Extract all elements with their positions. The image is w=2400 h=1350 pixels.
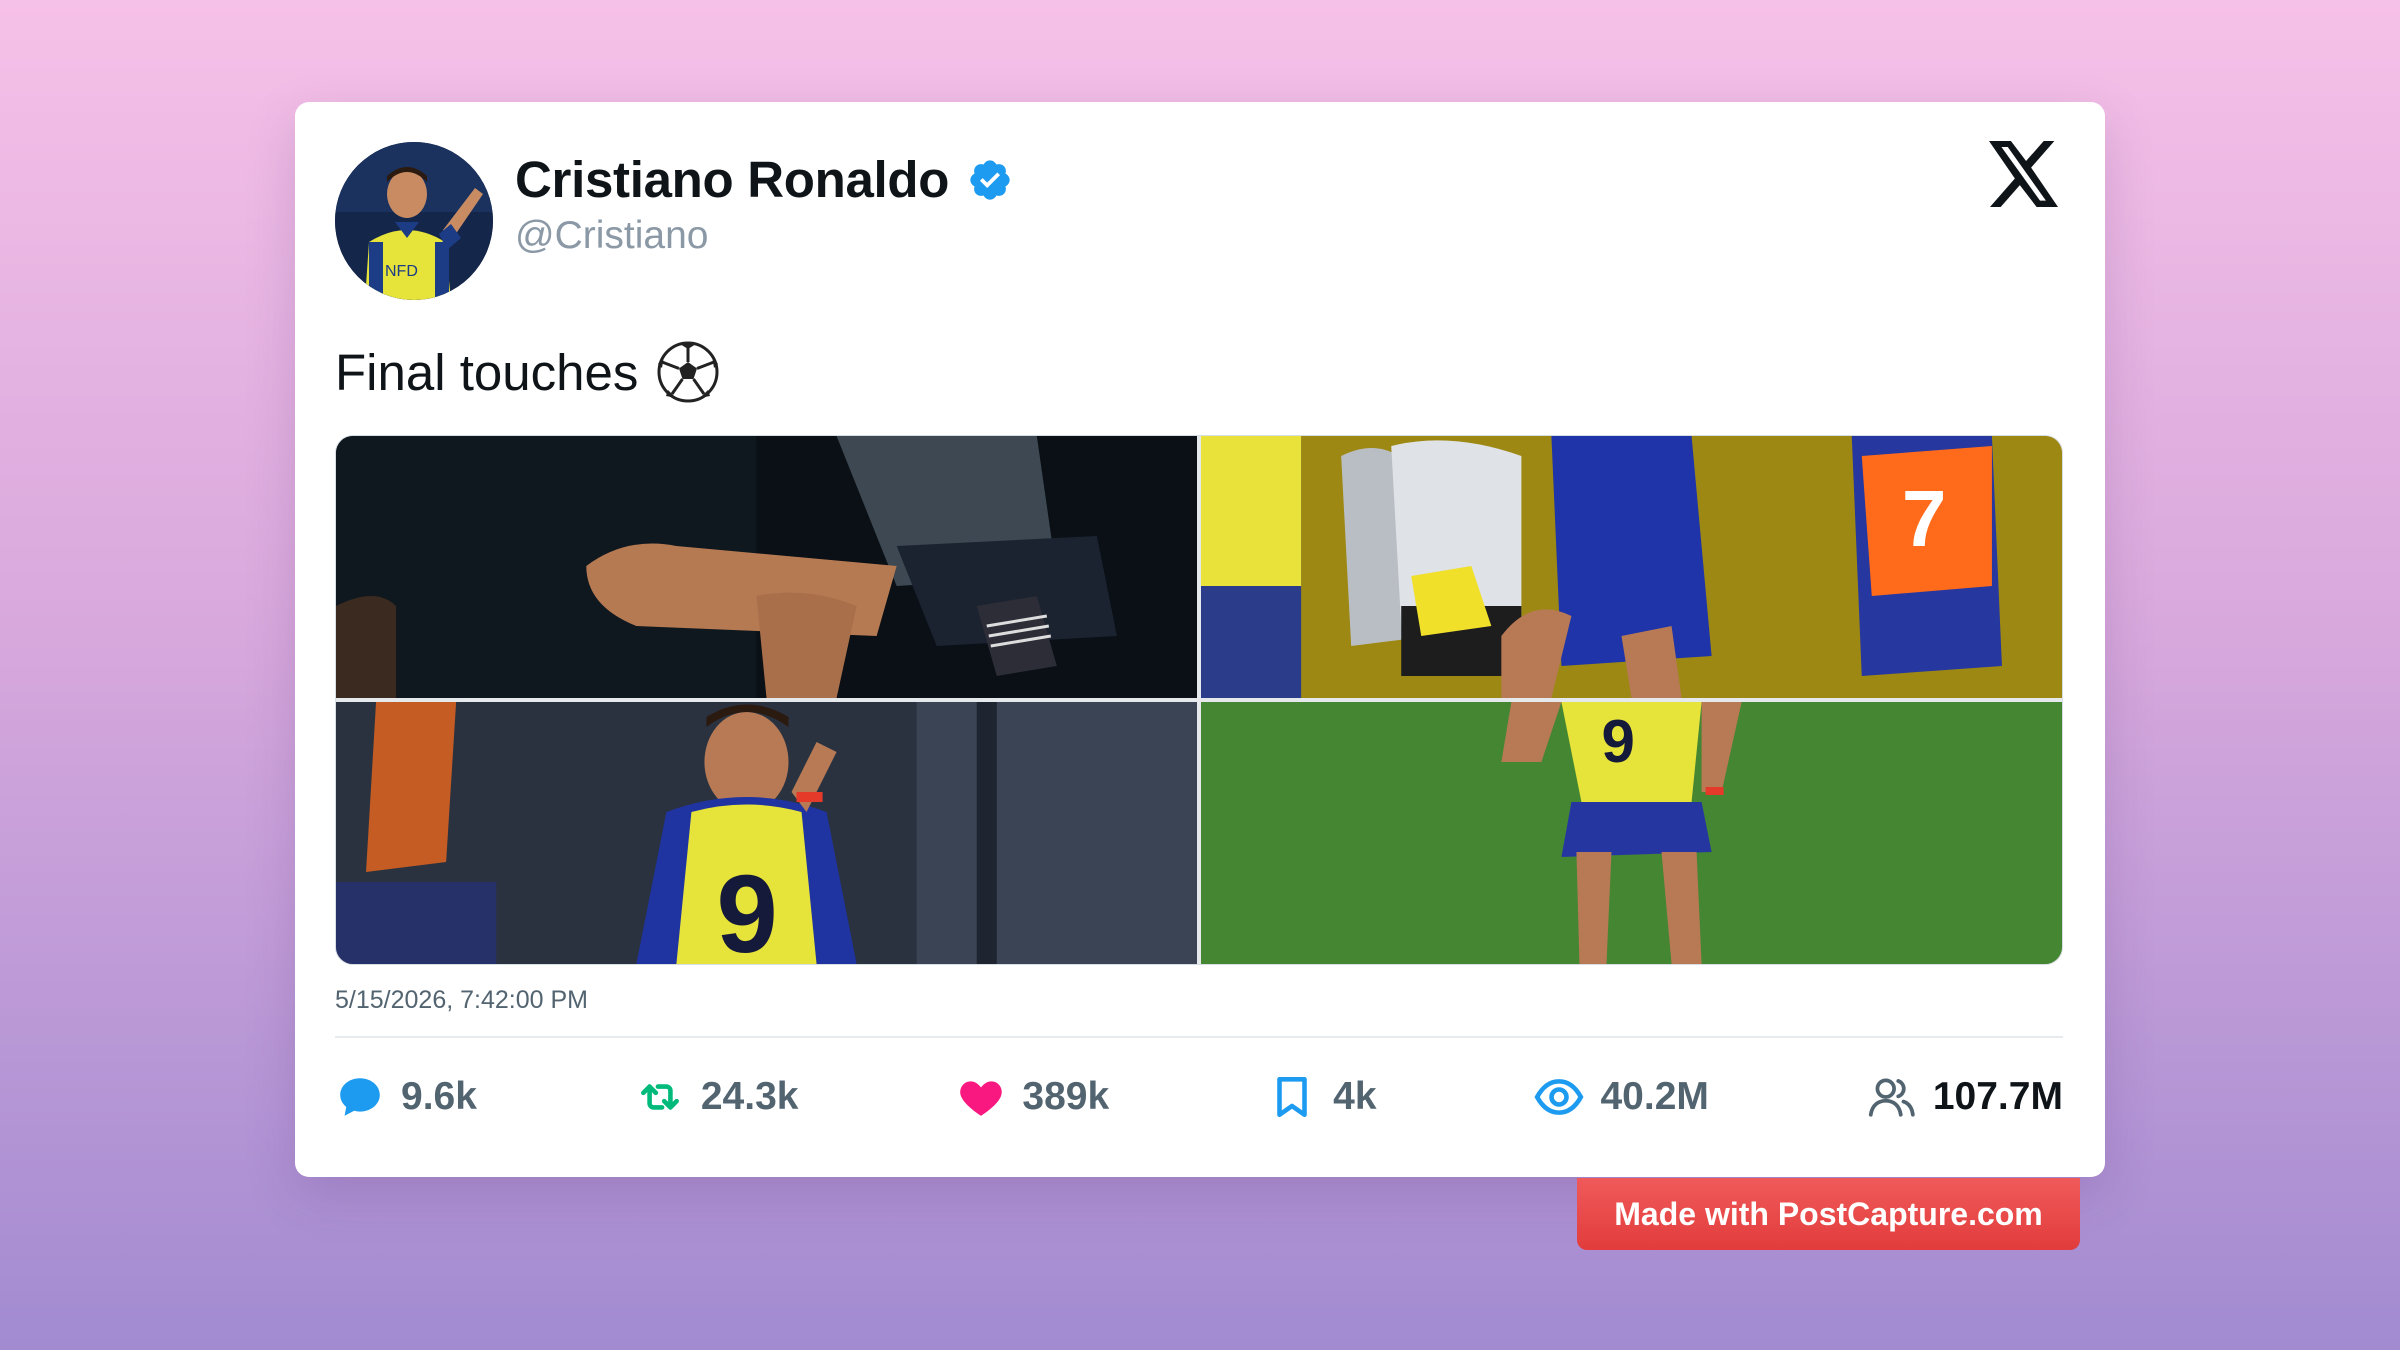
photo-number-nine-bib[interactable]: 9 — [336, 702, 1197, 964]
soccer-ball-icon — [656, 340, 720, 404]
svg-text:9: 9 — [1601, 708, 1634, 775]
reply-stat[interactable]: 9.6k — [335, 1072, 477, 1122]
like-stat[interactable]: 389k — [956, 1072, 1109, 1122]
tweet-text: Final touches — [335, 343, 639, 401]
retweet-icon — [635, 1072, 685, 1122]
display-name[interactable]: Cristiano Ronaldo — [515, 150, 949, 209]
profile-photo: NFD — [335, 142, 493, 300]
users-icon — [1867, 1072, 1917, 1122]
followers-count: 107.7M — [1932, 1075, 2063, 1118]
bookmark-count: 4k — [1333, 1075, 1377, 1118]
media-grid: 7 9 9 — [335, 435, 2063, 965]
x-logo-icon[interactable] — [1989, 140, 2061, 208]
followers-stat[interactable]: 107.7M — [1867, 1072, 2063, 1122]
user-handle[interactable]: @Cristiano — [515, 214, 708, 258]
reply-count: 9.6k — [401, 1075, 477, 1118]
photo-team-training[interactable]: 7 — [1201, 436, 2062, 698]
divider — [335, 1036, 2063, 1038]
timestamp[interactable]: 5/15/2026, 7:42:00 PM — [335, 986, 588, 1015]
svg-text:9: 9 — [716, 853, 777, 964]
tweet-text-row: Final touches — [335, 340, 720, 404]
bookmark-icon — [1267, 1072, 1317, 1122]
watermark-badge[interactable]: Made with PostCapture.com — [1577, 1178, 2080, 1250]
avatar[interactable]: NFD — [335, 142, 493, 300]
svg-text:7: 7 — [1902, 474, 1947, 563]
engagement-stats: 9.6k 24.3k 389k 4k 40.2M 107.7M — [335, 1067, 2063, 1127]
photo-on-pitch[interactable]: 9 — [1201, 702, 2062, 964]
bookmark-stat[interactable]: 4k — [1267, 1072, 1377, 1122]
like-count: 389k — [1022, 1075, 1110, 1118]
eye-icon — [1534, 1072, 1584, 1122]
retweet-stat[interactable]: 24.3k — [635, 1072, 799, 1122]
retweet-count: 24.3k — [700, 1075, 799, 1118]
verified-badge-icon — [967, 157, 1013, 203]
photo-legs-closeup[interactable] — [336, 436, 1197, 698]
heart-icon — [956, 1072, 1006, 1122]
views-count: 40.2M — [1600, 1075, 1709, 1118]
reply-icon — [335, 1072, 385, 1122]
name-row: Cristiano Ronaldo — [515, 150, 1013, 209]
svg-text:NFD: NFD — [385, 263, 418, 280]
views-stat[interactable]: 40.2M — [1534, 1072, 1709, 1122]
tweet-card: NFD Cristiano Ronaldo @Cristiano Final t… — [295, 102, 2105, 1177]
